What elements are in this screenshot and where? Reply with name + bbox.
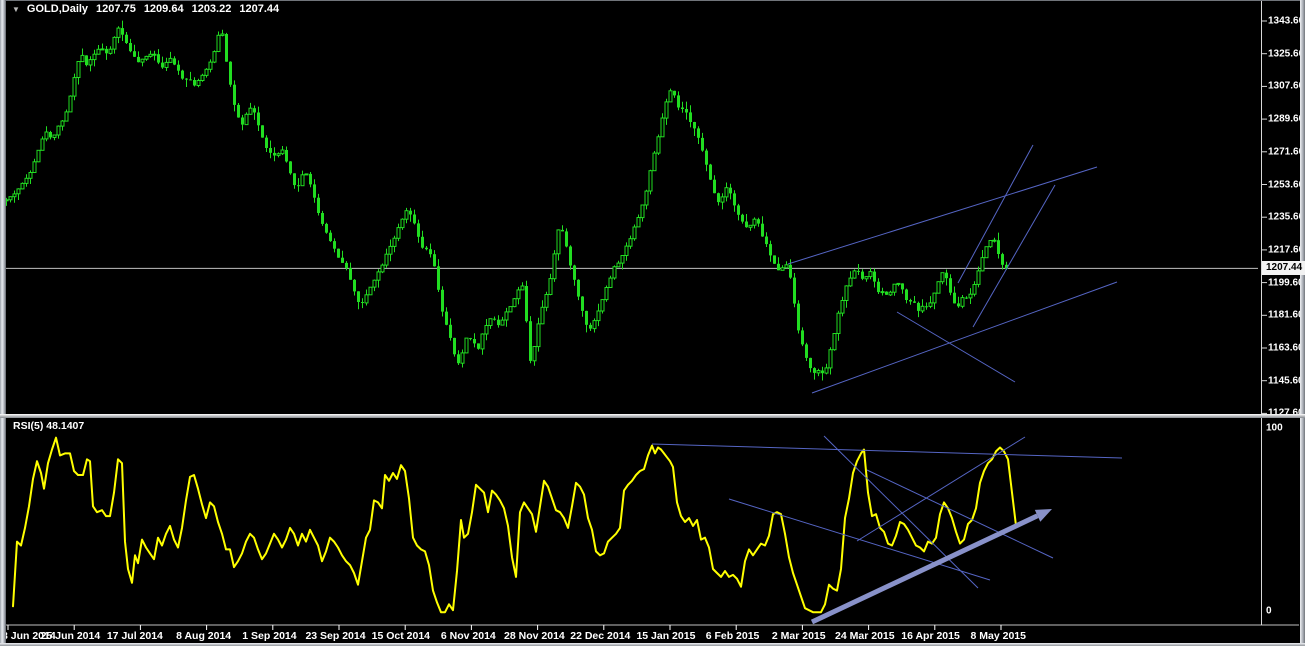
price-tick-label: 1289.60 <box>1268 113 1305 125</box>
rsi-line <box>12 436 1017 614</box>
date-tick-label: 22 Dec 2014 <box>570 630 631 642</box>
window-frame-top <box>0 0 1305 1</box>
price-tick-label: 1181.60 <box>1268 309 1304 321</box>
window-frame-left <box>0 0 6 646</box>
chart-canvas[interactable] <box>0 0 1305 646</box>
rsi-trendline-5[interactable] <box>866 469 1054 559</box>
chart-title-bar: ▼ GOLD,Daily 1207.75 1209.64 1203.22 120… <box>12 3 279 15</box>
date-tick-label: 15 Jan 2015 <box>636 630 696 642</box>
trend-arrow[interactable] <box>810 509 1052 625</box>
panel-divider[interactable] <box>0 414 1305 418</box>
price-tick-label: 1217.60 <box>1268 244 1305 256</box>
price-trendline-4[interactable] <box>957 144 1034 284</box>
price-tick-label: 1163.60 <box>1268 342 1304 354</box>
date-tick-label: 24 Mar 2015 <box>835 630 895 642</box>
date-tick-label: 8 Aug 2014 <box>176 630 232 642</box>
candles-group <box>4 20 1008 381</box>
chart-window: ▼ GOLD,Daily 1207.75 1209.64 1203.22 120… <box>0 0 1305 646</box>
price-trendline-3[interactable] <box>896 311 1016 383</box>
symbol-name: GOLD,Daily <box>26 3 89 15</box>
price-tick-label: 1325.60 <box>1268 48 1305 60</box>
price-tick-label: 1343.60 <box>1268 15 1305 27</box>
price-tick-label: 1271.60 <box>1268 146 1305 158</box>
quote-high: 1209.64 <box>143 3 184 15</box>
date-tick-label: 17 Jul 2014 <box>106 630 163 642</box>
date-tick-label: 25 Jun 2014 <box>40 630 101 642</box>
price-tick-label: 1145.60 <box>1268 375 1304 387</box>
date-tick-label: 6 Nov 2014 <box>440 630 496 642</box>
symbol-menu-arrow-icon[interactable]: ▼ <box>12 5 20 14</box>
indicator-name: RSI(5) <box>13 420 44 432</box>
window-frame-right <box>1300 0 1305 646</box>
quote-close: 1207.44 <box>239 3 280 15</box>
date-tick-label: 16 Apr 2015 <box>901 630 960 642</box>
quote-open: 1207.75 <box>96 3 136 15</box>
rsi-axis-line <box>1261 418 1262 625</box>
rsi-trendline-1[interactable] <box>651 443 1123 459</box>
date-tick-label: 8 May 2015 <box>970 630 1026 642</box>
rsi-tick-label: 0 <box>1266 605 1272 617</box>
price-tick-label: 1307.60 <box>1268 80 1305 92</box>
date-tick-label: 23 Sep 2014 <box>305 630 366 642</box>
indicator-value: 48.1407 <box>46 420 85 432</box>
date-tick-label: 15 Oct 2014 <box>371 630 431 642</box>
indicator-label: RSI(5) 48.1407 <box>13 420 84 432</box>
price-axis-line <box>1261 0 1262 414</box>
date-tick-label: 1 Sep 2014 <box>242 630 297 642</box>
price-tick-label: 1253.60 <box>1268 179 1305 190</box>
date-tick-label: 2 Mar 2015 <box>771 630 826 642</box>
date-tick-label: 6 Feb 2015 <box>705 630 760 642</box>
quote-low: 1203.22 <box>191 3 232 15</box>
price-trendline-1[interactable] <box>787 166 1098 265</box>
current-price-badge: 1207.44 <box>1262 261 1305 275</box>
date-tick-label: 28 Nov 2014 <box>504 630 565 642</box>
rsi-tick-label: 100 <box>1266 422 1283 434</box>
price-tick-label: 1199.60 <box>1268 277 1304 289</box>
price-tick-label: 1235.60 <box>1268 211 1305 223</box>
